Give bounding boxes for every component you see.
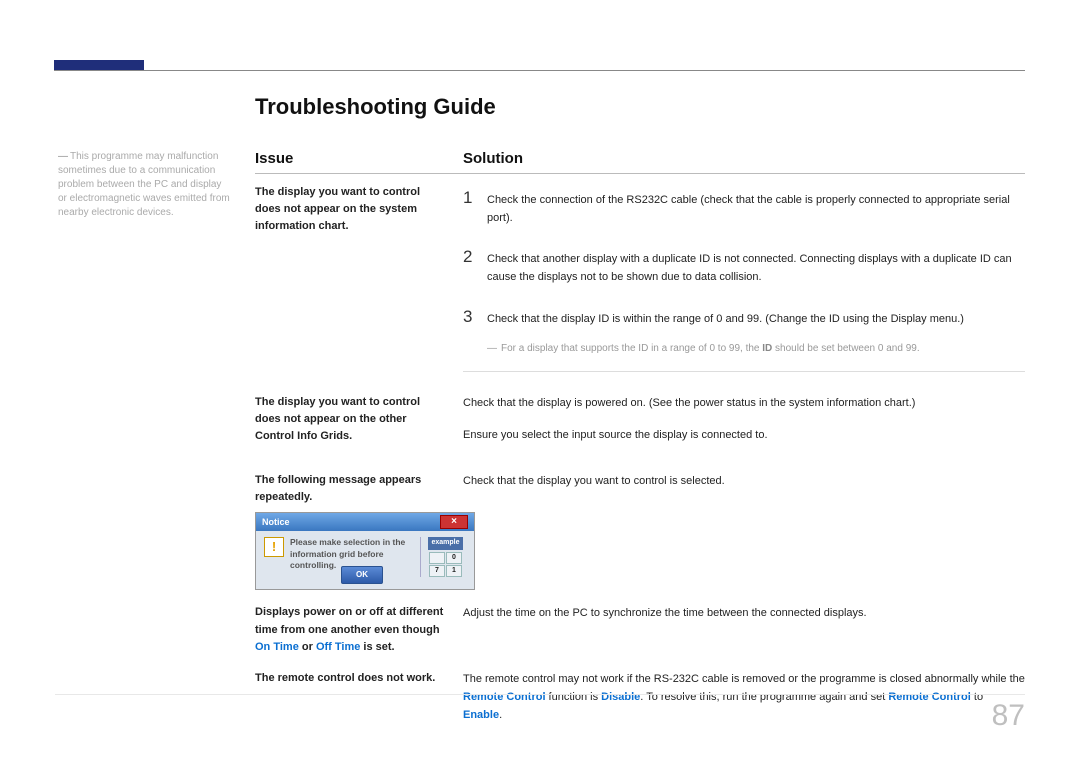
troubleshoot-row: The display you want to control does not… [255,394,1025,458]
header-rule [54,70,1025,71]
issue-pre: Displays power on or off at different ti… [255,606,443,635]
example-grid: 0 7 1 [429,552,462,577]
solution-cell: The remote control may not work if the R… [463,670,1025,724]
dialog-title: Notice [262,513,290,531]
issue-header: Issue [255,150,463,174]
dialog-titlebar: Notice × [256,513,474,531]
note-bold: ID [762,343,772,354]
close-icon: × [440,515,468,529]
note-post: should be set between 0 and 99. [772,343,919,354]
issue-text: The remote control does not work. [255,670,463,687]
ok-button: OK [341,566,383,584]
solution-cell: Check that the display you want to contr… [463,472,1025,504]
solution-text: Check that the display you want to contr… [463,472,1025,490]
solution-cell: 1 Check the connection of the RS232C cab… [463,184,1025,380]
step-line: 3 Check that the display ID is within th… [463,303,1025,331]
issue-text: The following message appears repeatedly… [255,474,421,503]
issue-text: The display you want to control does not… [255,184,463,235]
issue-text: The display you want to control does not… [255,394,463,445]
solution-text: Ensure you select the input source the d… [463,426,1025,444]
step-text: Check the connection of the RS232C cable… [487,191,1025,227]
solution-text: Adjust the time on the PC to synchronize… [463,604,1025,622]
step-number: 2 [463,243,487,271]
footer-rule [55,694,1025,695]
example-label: example [428,537,462,550]
grid-cell: 1 [446,565,462,577]
column-headers: Issue Solution [255,150,1025,184]
solution-note: ― For a display that supports the ID in a… [487,341,1025,358]
keyword: Off Time [316,641,360,653]
step-line: 1 Check the connection of the RS232C cab… [463,184,1025,227]
page-title: Troubleshooting Guide [255,94,1025,120]
main-content: Troubleshooting Guide Issue Solution The… [255,94,1025,738]
step-line: 2 Check that another display with a dupl… [463,243,1025,286]
troubleshoot-row: The following message appears repeatedly… [255,472,1025,590]
keyword: Enable [463,709,499,721]
grid-cell: 0 [446,552,462,564]
sol-pre: The remote control may not work if the R… [463,673,1025,685]
step-text: Check that the display ID is within the … [487,310,1025,328]
solution-header: Solution [463,150,1025,174]
dash-icon: ― [58,151,68,162]
document-page: ―This programme may malfunction sometime… [0,0,1080,763]
keyword: Disable [601,691,640,703]
solution-cell: Adjust the time on the PC to synchronize… [463,604,1025,636]
sol-mid: . To resolve this, run the programme aga… [640,691,888,703]
sol-end: . [499,709,502,721]
side-note: ―This programme may malfunction sometime… [58,150,233,220]
issue-post: is set. [360,641,394,653]
chapter-marker [54,60,144,70]
note-pre: For a display that supports the ID in a … [501,343,762,354]
keyword: Remote Control [888,691,971,703]
page-number: 87 [992,699,1025,733]
dash-icon: ― [487,343,497,354]
example-dialog: Notice × ! Please make selection in the … [255,512,475,590]
solution-cell: Check that the display is powered on. (S… [463,394,1025,458]
dialog-example: example 0 7 1 [420,537,466,577]
row-divider [463,371,1025,372]
grid-cell [429,552,445,564]
troubleshoot-row: The display you want to control does not… [255,184,1025,380]
sol-mid: function is [546,691,602,703]
keyword: Remote Control [463,691,546,703]
troubleshoot-row: Displays power on or off at different ti… [255,604,1025,655]
troubleshoot-row: The remote control does not work. The re… [255,670,1025,724]
step-text: Check that another display with a duplic… [487,250,1025,286]
keyword: On Time [255,641,299,653]
step-number: 3 [463,303,487,331]
issue-cell: Displays power on or off at different ti… [255,604,463,655]
issue-cell: The following message appears repeatedly… [255,472,463,590]
step-number: 1 [463,184,487,212]
solution-text: Check that the display is powered on. (S… [463,394,1025,412]
warning-icon: ! [264,537,284,557]
sol-mid: to [971,691,983,703]
grid-cell: 7 [429,565,445,577]
issue-mid: or [299,641,316,653]
side-note-text: This programme may malfunction sometimes… [58,151,230,218]
